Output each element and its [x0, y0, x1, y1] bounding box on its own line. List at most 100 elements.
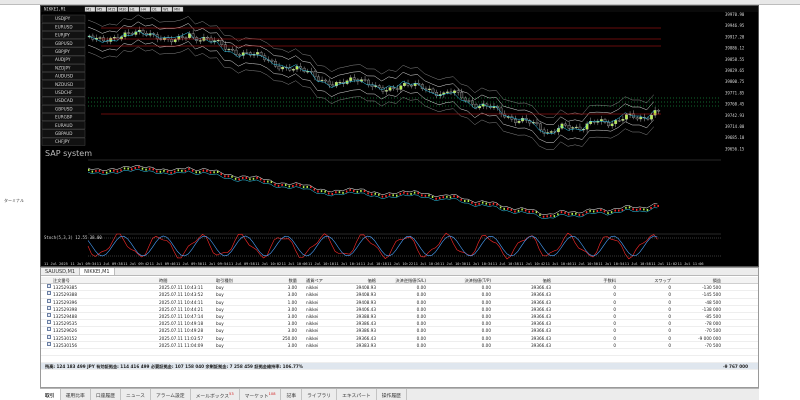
indicator-bar	[449, 196, 452, 199]
indicator-bar	[485, 202, 488, 205]
symbol-button-audjpy[interactable]: AUDJPY	[41, 55, 86, 64]
order-cell: 0.00	[481, 292, 491, 298]
symbol-button-gbpusd[interactable]: GBPUSD	[41, 39, 86, 48]
order-cell: buy	[216, 321, 224, 327]
column-header[interactable]: 通貨ペア	[306, 277, 323, 284]
timeframe-button-h1[interactable]: H1	[128, 6, 140, 12]
symbol-button-eurgbp[interactable]: EURGBP	[41, 113, 86, 122]
indicator-bar	[639, 207, 642, 210]
symbol-button-eurusd[interactable]: EURUSD	[41, 23, 86, 31]
terminal-tab-7[interactable]: 記事	[281, 389, 303, 400]
timeframe-button-m30[interactable]: M30	[117, 6, 129, 12]
timeframe-button-label: M1	[86, 8, 91, 12]
symbol-button-gbpjpy[interactable]: GBPJPY	[41, 47, 86, 56]
indicator-bar	[632, 208, 634, 211]
order-cell: 39386.43	[356, 321, 376, 327]
price-axis-label: 39771.85	[725, 90, 745, 95]
order-ticket-icon	[47, 341, 51, 346]
order-cell: 3.00	[287, 342, 297, 348]
column-header[interactable]: 価格	[543, 277, 551, 284]
order-cell: 39388.93	[356, 313, 376, 319]
timeframe-button-h4[interactable]: H4	[139, 6, 151, 12]
indicator-bar	[481, 201, 484, 204]
symbol-button-nzdjpy[interactable]: NZDJPY	[41, 64, 86, 72]
order-cell: nikkei	[306, 328, 319, 334]
column-header[interactable]: 取引種別	[216, 277, 233, 284]
symbol-button-label: EURJPY	[55, 33, 70, 38]
column-header[interactable]: 注文番号	[53, 277, 70, 284]
terminal-tab-label: 取引	[45, 394, 55, 399]
order-row[interactable]: 132529398 2025.07.11 10:44:21 buy 3.00 nikke…	[41, 305, 758, 313]
indicator-bar	[453, 195, 455, 198]
symbol-button-label: USDCHF	[55, 90, 73, 95]
candle-body	[295, 66, 299, 70]
terminal-tab-3[interactable]: ニュース	[121, 389, 151, 400]
indicator-bar	[567, 213, 570, 216]
symbol-button-label: EURUSD	[55, 24, 73, 29]
column-header[interactable]: 損益	[713, 277, 721, 284]
column-header[interactable]: 数量	[289, 277, 297, 284]
symbol-button-gbpaud[interactable]: GBPAUD	[41, 129, 86, 138]
indicator-bar	[360, 189, 362, 192]
symbol-button-label: GBPUSD	[55, 41, 73, 46]
symbol-button-usdchf[interactable]: USDCHF	[41, 88, 86, 97]
column-header[interactable]: 価格	[368, 277, 376, 284]
order-cell: 2025.07.11 10:44:21	[159, 306, 204, 312]
symbol-button-chfjpy[interactable]: CHFJPY	[41, 137, 86, 146]
order-row[interactable]: 132529626 2025.07.11 10:49:28 buy 3.00 nikke…	[41, 327, 758, 335]
indicator-bar	[614, 209, 616, 212]
order-row[interactable]: 132529396 2025.07.11 10:44:11 buy 1.00 nikke…	[41, 298, 758, 306]
timeframe-button-m15[interactable]: M15	[106, 6, 118, 12]
terminal-tab-9[interactable]: エキスパート	[337, 389, 377, 400]
indicator-bar	[628, 206, 631, 209]
symbol-button-gbpusd[interactable]: GBPUSD	[41, 104, 86, 113]
column-header[interactable]: 時間	[159, 277, 167, 284]
candle-body	[399, 85, 403, 90]
timeframe-button-w1[interactable]: W1	[161, 6, 173, 12]
candle-body	[327, 80, 331, 85]
column-header[interactable]: 決済逆指値(S/L)	[395, 277, 426, 284]
chart-tab-nikkei-m1[interactable]: NIKKEI,M1	[80, 268, 115, 275]
symbol-button-audusd[interactable]: AUDUSD	[41, 72, 86, 81]
chart-window[interactable]: NIKKEI,M1 M1 M5 M15 M30 H1 H4 D1 W1 MN USDJPY EURUS…	[40, 5, 759, 267]
symbol-button-usdjpy[interactable]: USDJPY	[41, 14, 86, 23]
order-row[interactable]: 132529385 2025.07.11 10:43:11 buy 3.00 nikke…	[41, 284, 758, 292]
chart-tab-sauusd-m1[interactable]: SAUUSD,M1	[41, 268, 81, 275]
symbol-button-usdcad[interactable]: USDCAD	[41, 96, 86, 105]
order-row[interactable]: 132529488 2025.07.11 10:47:14 buy 3.00 nikke…	[41, 312, 758, 321]
chart-canvas[interactable]: NIKKEI,M1 M1 M5 M15 M30 H1 H4 D1 W1 MN USDJPY EURUS…	[41, 6, 759, 267]
terminal-tab-4[interactable]: アラーム設定	[151, 389, 191, 400]
timeframe-button-d1[interactable]: D1	[150, 6, 162, 12]
terminal-tab-0[interactable]: 取引	[40, 389, 61, 400]
candle-body	[478, 106, 482, 109]
terminal-tab-2[interactable]: 口座履歴	[91, 389, 122, 400]
terminal-tab-1[interactable]: 運用比率	[61, 389, 91, 400]
timeframe-button-m1[interactable]: M1	[84, 6, 96, 12]
symbol-button-label: EURAUD	[55, 123, 73, 128]
indicator-bar	[145, 168, 147, 171]
column-header[interactable]: 決済指値(T/P)	[464, 277, 491, 284]
order-row[interactable]: 132530156 2025.07.11 11:04:09 buy 3.00 nikke…	[41, 341, 758, 349]
order-row[interactable]: 132530152 2025.07.11 11:03:57 buy 250.00 nik…	[41, 334, 758, 342]
terminal-tab-6[interactable]: マーケット108	[240, 389, 282, 400]
terminal-tab-10[interactable]: 操作履歴	[377, 389, 407, 400]
indicator-bar	[374, 192, 376, 195]
orders-table: 注文番号 時間 取引種別 数量 通貨ペア 価格 決済逆指値(S/L) 決済指値(T/P) 価格 手…	[41, 277, 758, 371]
order-row[interactable]: 132529535 2025.07.11 10:49:18 buy 3.00 nikke…	[41, 320, 758, 328]
indicator-bar	[199, 171, 201, 174]
column-header[interactable]: スワップ	[654, 277, 671, 284]
symbol-button-euraud[interactable]: EURAUD	[41, 121, 86, 130]
indicator-bar	[560, 211, 563, 214]
indicator-bar	[123, 167, 126, 170]
terminal-tab-5[interactable]: メールボックス53	[191, 389, 240, 400]
order-row[interactable]: 132529388 2025.07.11 10:43:52 buy 3.00 nikke…	[41, 291, 758, 299]
indicator-bar	[102, 171, 104, 174]
symbol-button-eurjpy[interactable]: EURJPY	[41, 31, 86, 39]
symbol-button-label: GBPAUD	[55, 131, 73, 136]
terminal-tab-8[interactable]: ライブラリ	[302, 389, 338, 400]
symbol-button-nzdusd[interactable]: NZDUSD	[41, 80, 86, 89]
column-header[interactable]: 手数料	[603, 277, 616, 284]
timeframe-button-mn[interactable]: MN	[172, 6, 184, 12]
candle-body	[657, 110, 661, 112]
timeframe-button-m5[interactable]: M5	[95, 6, 107, 12]
